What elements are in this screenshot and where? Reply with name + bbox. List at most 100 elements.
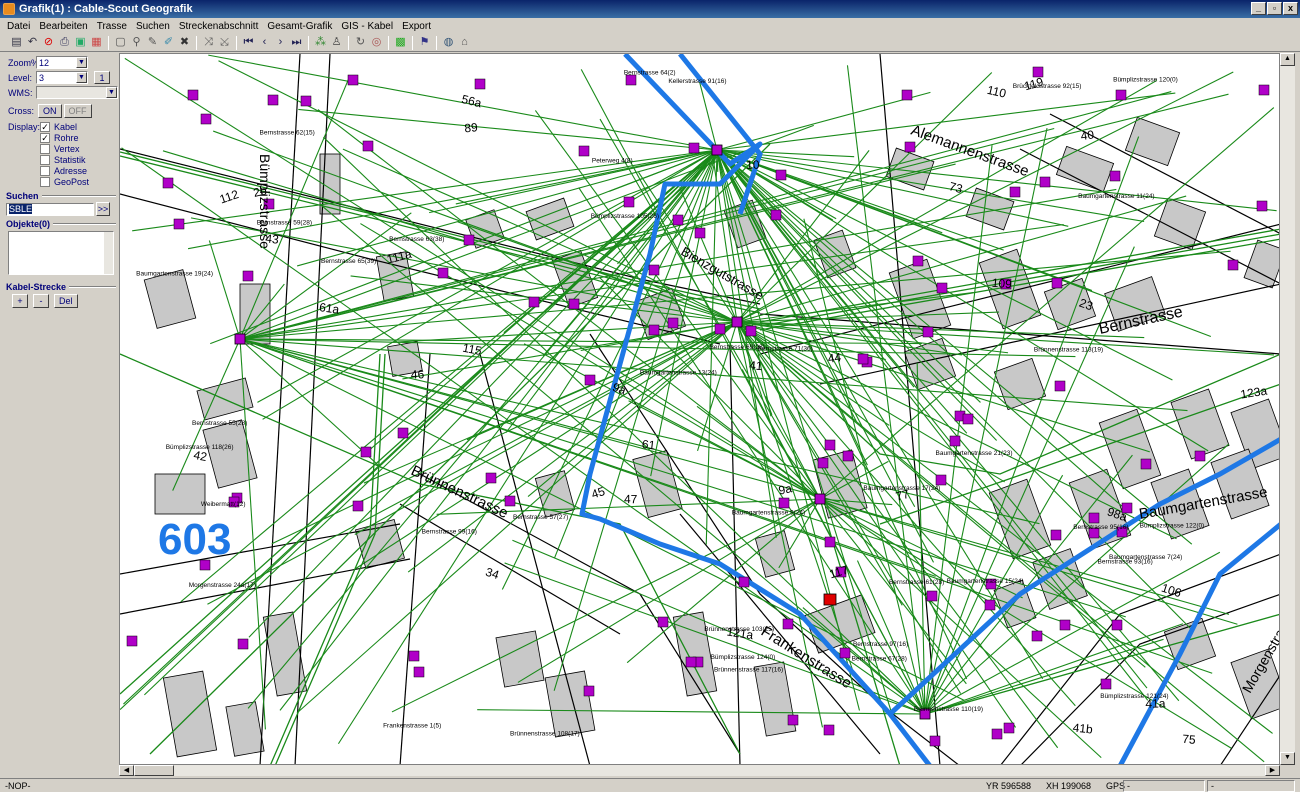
toolbar-separator: [436, 35, 437, 50]
print-icon[interactable]: ⎙: [58, 36, 71, 49]
address-label: Bernstrasse 62(15): [260, 130, 315, 137]
cross-off-button[interactable]: OFF: [63, 104, 92, 118]
person-icon[interactable]: ♙: [330, 36, 343, 49]
zone-number: 603: [158, 515, 231, 564]
first-icon[interactable]: ⏮: [242, 36, 255, 49]
connection-node: [839, 647, 851, 659]
menu-datei[interactable]: Datei: [6, 21, 31, 32]
display-vertex-checkbox[interactable]: Vertex: [40, 144, 80, 154]
checkbox-checked-icon[interactable]: ✓: [40, 122, 50, 132]
close-button[interactable]: x: [1283, 2, 1298, 15]
address-label: Brünnenstrasse 108(17): [510, 731, 580, 738]
connection-node: [904, 141, 916, 153]
node-icon[interactable]: ⁂: [314, 36, 327, 49]
flag-icon[interactable]: ⚑: [418, 36, 431, 49]
connection-node: [352, 500, 364, 512]
checkbox-icon[interactable]: [40, 177, 50, 187]
level-select[interactable]: 3 ▼: [36, 71, 88, 84]
toolbar-separator: [108, 35, 109, 50]
chevron-down-icon[interactable]: ▼: [106, 87, 117, 98]
checkbox-icon[interactable]: [40, 144, 50, 154]
zoom-value: 12: [39, 57, 50, 68]
level-apply-button[interactable]: 1: [94, 71, 110, 84]
refresh-icon[interactable]: ↻: [354, 36, 367, 49]
search-button[interactable]: >>: [96, 202, 110, 216]
display-rohre-checkbox[interactable]: ✓ Rohre: [40, 133, 79, 143]
horizontal-scroll-thumb[interactable]: [134, 765, 174, 776]
connection-node: [823, 724, 835, 736]
menu-streckenabschnitt[interactable]: Streckenabschnitt: [178, 21, 260, 32]
building: [1124, 116, 1181, 167]
route-icon[interactable]: ⤨: [202, 36, 215, 49]
display-adresse-checkbox[interactable]: Adresse: [40, 166, 87, 176]
zoom-icon[interactable]: ⚲: [130, 36, 143, 49]
map-drawing[interactable]: AlemannenstrasseBernstrasseBrünnenstrass…: [120, 54, 1280, 765]
search-input[interactable]: SBLE: [6, 202, 94, 216]
delete-icon[interactable]: ✖: [178, 36, 191, 49]
menu-gesamt-grafik[interactable]: Gesamt-Grafik: [266, 21, 333, 32]
export-icon[interactable]: ▣: [74, 36, 87, 49]
house-number: 111a: [385, 247, 413, 267]
scroll-up-icon[interactable]: ▲: [1280, 53, 1295, 66]
address-label: Baumgartenstrasse 11(24): [1078, 193, 1154, 200]
menu-gis-kabel[interactable]: GIS - Kabel: [340, 21, 394, 32]
kabel-add-button[interactable]: +: [12, 294, 28, 308]
address-label: Kellerstrasse 91(16): [668, 78, 726, 85]
address-label: Bernstrasse 97(16): [853, 641, 908, 648]
last-icon[interactable]: ⏭: [290, 36, 303, 49]
menu-bearbeiten[interactable]: Bearbeiten: [38, 21, 88, 32]
scroll-down-icon[interactable]: ▼: [1280, 752, 1295, 765]
menu-export[interactable]: Export: [401, 21, 432, 32]
toolbar-separator: [236, 35, 237, 50]
connection-node: [991, 728, 1003, 740]
scroll-left-icon[interactable]: ◀: [119, 765, 134, 776]
chevron-down-icon[interactable]: ▼: [76, 57, 87, 68]
hub-node: [731, 316, 743, 328]
connection-node: [1088, 512, 1100, 524]
folder-icon[interactable]: ⌂: [458, 36, 471, 49]
objekte-scrollbar[interactable]: [104, 232, 113, 274]
maximize-button[interactable]: ▫: [1267, 2, 1282, 15]
chevron-down-icon[interactable]: ▼: [76, 72, 87, 83]
page-icon[interactable]: ▢: [114, 36, 127, 49]
zoom-select[interactable]: 12 ▼: [36, 56, 88, 69]
hub-node: [711, 144, 723, 156]
cross-label: Cross:: [8, 106, 35, 116]
undo-icon[interactable]: ↶: [26, 36, 39, 49]
address-label: Brünnenstrasse 103(25): [704, 626, 774, 633]
globe-icon[interactable]: ◍: [442, 36, 455, 49]
address-label: Bernstrasse 63(38): [389, 236, 444, 243]
edit-icon[interactable]: ✐: [162, 36, 175, 49]
menu-suchen[interactable]: Suchen: [135, 21, 171, 32]
stop-icon[interactable]: ⊘: [42, 36, 55, 49]
layers-icon[interactable]: ▦: [90, 36, 103, 49]
minimize-button[interactable]: _: [1251, 2, 1266, 15]
pen-icon[interactable]: ✎: [146, 36, 159, 49]
display-statistik-checkbox[interactable]: Statistik: [40, 155, 86, 165]
grid-icon[interactable]: ▩: [394, 36, 407, 49]
suchen-section-title: Suchen: [6, 191, 116, 201]
checkbox-icon[interactable]: [40, 155, 50, 165]
checkbox-checked-icon[interactable]: ✓: [40, 133, 50, 143]
scroll-right-icon[interactable]: ▶: [1265, 765, 1280, 776]
next-icon[interactable]: ›: [274, 36, 287, 49]
display-kabel-checkbox[interactable]: ✓ Kabel: [40, 122, 77, 132]
wms-select[interactable]: ▼: [36, 86, 118, 99]
cross-on-button[interactable]: ON: [38, 104, 62, 118]
display-geopost-checkbox[interactable]: GeoPost: [40, 177, 89, 187]
vertical-scrollbar[interactable]: ▲ ▼: [1280, 53, 1295, 765]
prev-icon[interactable]: ‹: [258, 36, 271, 49]
route-edit-icon[interactable]: ⤩: [218, 36, 231, 49]
objekte-list[interactable]: [8, 231, 114, 275]
address-label: Weibermatt(12): [201, 501, 246, 508]
horizontal-scrollbar[interactable]: ◀ ▶: [119, 765, 1280, 776]
menu-trasse[interactable]: Trasse: [96, 21, 128, 32]
toolbar-separator: [388, 35, 389, 50]
target-icon[interactable]: ◎: [370, 36, 383, 49]
checkbox-icon[interactable]: [40, 166, 50, 176]
save-icon[interactable]: ▤: [10, 36, 23, 49]
kabel-remove-button[interactable]: -: [33, 294, 49, 308]
status-nop: -NOP-: [5, 781, 31, 791]
map-canvas[interactable]: Alemannenstrasse Bernstrasse Brünnenstrass…: [119, 53, 1280, 765]
kabel-delete-button[interactable]: Del: [54, 294, 78, 308]
